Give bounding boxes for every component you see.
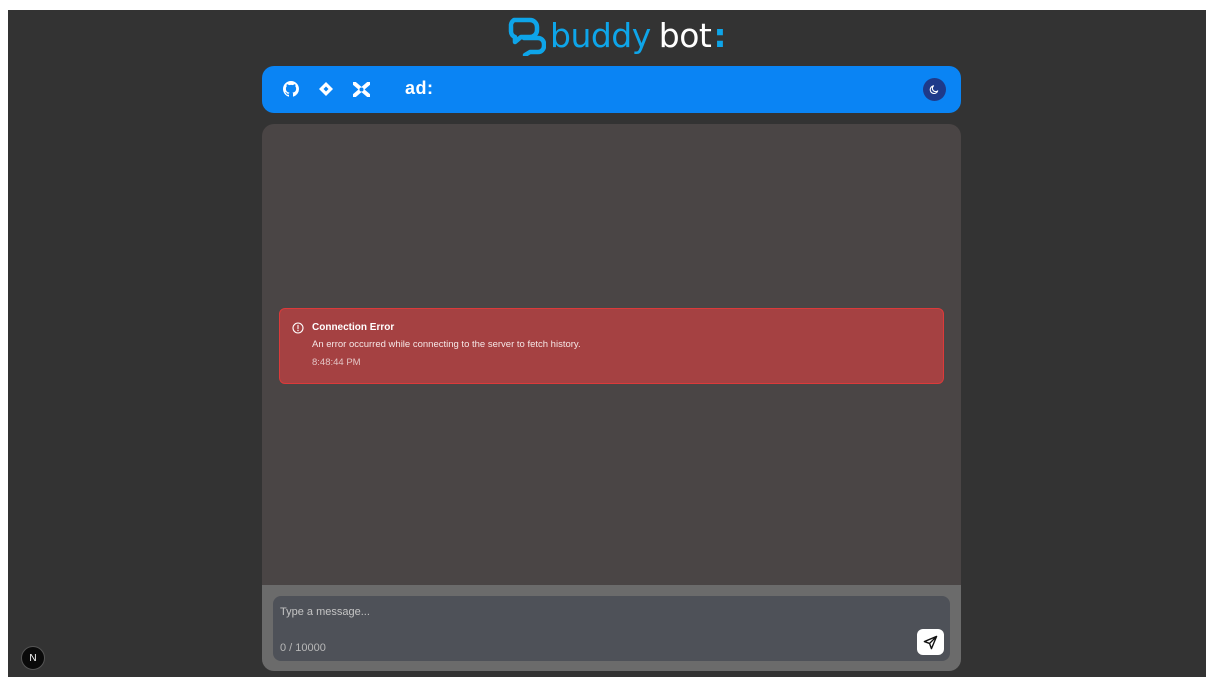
composer-area: 0 / 10000 (262, 585, 961, 671)
message-input[interactable] (280, 602, 900, 622)
diamond-link[interactable] (317, 80, 335, 98)
nextjs-dev-badge[interactable]: N (21, 646, 45, 670)
character-counter: 0 / 10000 (280, 642, 326, 654)
github-link[interactable] (282, 80, 300, 98)
logo-text-colon: : (713, 16, 727, 55)
error-timestamp: 8:48:44 PM (312, 357, 361, 368)
chat-panel: Connection Error An error occurred while… (262, 124, 961, 671)
theme-toggle-button[interactable] (923, 78, 946, 101)
error-alert: Connection Error An error occurred while… (279, 308, 944, 384)
header-bar: ad: (262, 66, 961, 113)
message-composer: 0 / 10000 (273, 596, 950, 661)
logo-text-buddy: buddy (550, 16, 651, 55)
x-link[interactable] (352, 80, 370, 98)
x-icon (352, 81, 370, 97)
app-page: buddy bot: ad: Connection Error An error… (8, 10, 1206, 677)
send-icon (923, 635, 938, 649)
error-message: An error occurred while connecting to th… (312, 339, 581, 350)
ad-label: ad: (405, 78, 434, 98)
chat-bubbles-logo-icon (508, 17, 546, 56)
github-icon (283, 81, 299, 97)
error-title: Connection Error (312, 322, 395, 333)
buddybot-logo: buddy bot: (508, 14, 727, 58)
logo-text: buddy bot: (550, 14, 727, 58)
alert-circle-icon (292, 322, 304, 334)
logo-text-bot: bot (658, 16, 712, 55)
moon-icon (929, 85, 939, 95)
send-button[interactable] (917, 629, 944, 655)
diamond-icon (319, 82, 333, 96)
